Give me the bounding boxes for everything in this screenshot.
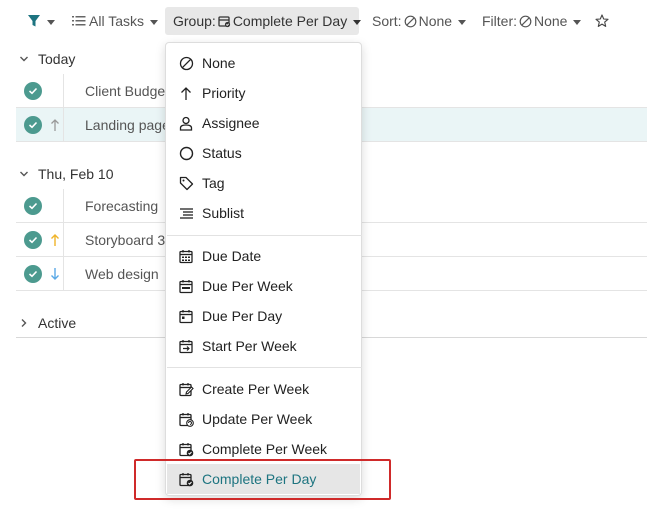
completed-check-icon[interactable] xyxy=(24,197,42,215)
section-label: Today xyxy=(38,51,76,67)
menu-item-create-per-week[interactable]: Create Per Week xyxy=(167,374,360,404)
chevron-down-icon xyxy=(16,55,32,63)
section-thu-feb-10[interactable]: Thu, Feb 10 xyxy=(16,162,114,186)
menu-item-label: Priority xyxy=(202,85,246,101)
menu-item-label: None xyxy=(202,55,236,71)
calendar-day-icon xyxy=(178,308,194,324)
priority-arrow-down-icon[interactable] xyxy=(47,265,63,283)
menu-item-label: Tag xyxy=(202,175,225,191)
menu-item-label: Create Per Week xyxy=(202,381,310,397)
priority-arrow-up-icon[interactable] xyxy=(47,231,63,249)
completed-check-icon[interactable] xyxy=(24,82,42,100)
calendar-refresh-icon xyxy=(178,411,194,427)
chevron-down-icon xyxy=(47,19,55,25)
all-tasks-dropdown[interactable]: All Tasks xyxy=(72,7,158,35)
menu-item-label: Assignee xyxy=(202,115,260,131)
group-by-dropdown[interactable]: Group: Complete Per Day xyxy=(165,7,362,35)
menu-item-assignee[interactable]: Assignee xyxy=(167,108,360,138)
chevron-down-icon xyxy=(16,170,32,178)
task-title[interactable]: Client Budget xyxy=(85,83,169,99)
calendar-edit-icon xyxy=(178,381,194,397)
menu-item-label: Due Per Week xyxy=(202,278,293,294)
menu-divider xyxy=(167,235,362,236)
sublist-icon xyxy=(178,205,194,221)
row-divider xyxy=(63,257,64,291)
group-prefix: Group: xyxy=(173,13,216,29)
menu-item-label: Due Per Day xyxy=(202,308,283,324)
chevron-down-icon xyxy=(353,19,362,25)
menu-item-label: Update Per Week xyxy=(202,411,313,427)
menu-item-label: Start Per Week xyxy=(202,338,297,354)
task-title[interactable]: Landing page xyxy=(85,117,170,133)
row-divider xyxy=(63,223,64,257)
none-icon xyxy=(519,15,532,28)
sort-prefix: Sort: xyxy=(372,13,402,29)
annotation-highlight-box xyxy=(134,459,391,500)
menu-item-update-per-week[interactable]: Update Per Week xyxy=(167,404,360,434)
menu-item-none[interactable]: None xyxy=(167,48,360,78)
favorite-button[interactable] xyxy=(595,7,609,35)
calendar-icon xyxy=(178,248,194,264)
menu-item-due-date[interactable]: Due Date xyxy=(167,241,360,271)
chevron-down-icon xyxy=(149,19,158,25)
filter-prefix: Filter: xyxy=(482,13,517,29)
row-divider xyxy=(63,189,64,223)
menu-item-label: Complete Per Week xyxy=(202,441,328,457)
chevron-down-icon xyxy=(573,19,582,25)
circle-icon xyxy=(178,145,194,161)
group-value: Complete Per Day xyxy=(232,13,348,29)
task-title[interactable]: Forecasting xyxy=(85,198,158,214)
completed-check-icon[interactable] xyxy=(24,116,42,134)
section-label: Thu, Feb 10 xyxy=(38,166,114,182)
calendar-check-icon xyxy=(178,441,194,457)
sort-value: None xyxy=(418,13,453,29)
menu-item-sublist[interactable]: Sublist xyxy=(167,198,360,228)
section-active[interactable]: Active xyxy=(16,311,76,335)
completed-check-icon[interactable] xyxy=(24,265,42,283)
star-icon xyxy=(595,14,609,27)
menu-item-start-per-week[interactable]: Start Per Week xyxy=(167,331,360,361)
none-icon xyxy=(178,55,194,71)
menu-item-status[interactable]: Status xyxy=(167,138,360,168)
menu-item-priority[interactable]: Priority xyxy=(167,78,360,108)
tag-icon xyxy=(178,175,194,191)
menu-item-due-per-day[interactable]: Due Per Day xyxy=(167,301,360,331)
chevron-down-icon xyxy=(458,19,467,25)
menu-item-label: Sublist xyxy=(202,205,245,221)
calendar-start-icon xyxy=(178,338,194,354)
none-icon xyxy=(404,15,417,28)
filter-dropdown-button[interactable] xyxy=(27,7,55,35)
row-divider xyxy=(63,74,64,108)
completed-check-icon[interactable] xyxy=(24,231,42,249)
section-today[interactable]: Today xyxy=(16,47,75,71)
person-icon xyxy=(178,115,194,131)
sort-dropdown[interactable]: Sort: None xyxy=(372,7,467,35)
row-divider xyxy=(63,108,64,142)
arrow-up-icon xyxy=(178,85,194,101)
menu-item-label: Status xyxy=(202,145,242,161)
menu-item-due-per-week[interactable]: Due Per Week xyxy=(167,271,360,301)
filter-by-dropdown[interactable]: Filter: None xyxy=(482,7,582,35)
priority-arrow-up-icon[interactable] xyxy=(47,116,63,134)
menu-item-tag[interactable]: Tag xyxy=(167,168,360,198)
calendar-check-icon xyxy=(218,15,231,28)
funnel-icon xyxy=(28,15,40,27)
filter-value: None xyxy=(534,13,568,29)
task-title[interactable]: Web design xyxy=(85,266,159,282)
toolbar: All Tasks Group: Complete Per Day Sort: … xyxy=(0,0,647,42)
all-tasks-label: All Tasks xyxy=(89,13,144,29)
task-title[interactable]: Storyboard 3 xyxy=(85,232,165,248)
list-icon xyxy=(72,16,86,26)
section-label: Active xyxy=(38,315,77,331)
chevron-right-icon xyxy=(16,318,32,328)
group-by-menu: None Priority Assignee Status Tag Sublis… xyxy=(165,42,362,496)
menu-item-label: Due Date xyxy=(202,248,262,264)
calendar-week-icon xyxy=(178,278,194,294)
menu-divider xyxy=(167,367,362,368)
